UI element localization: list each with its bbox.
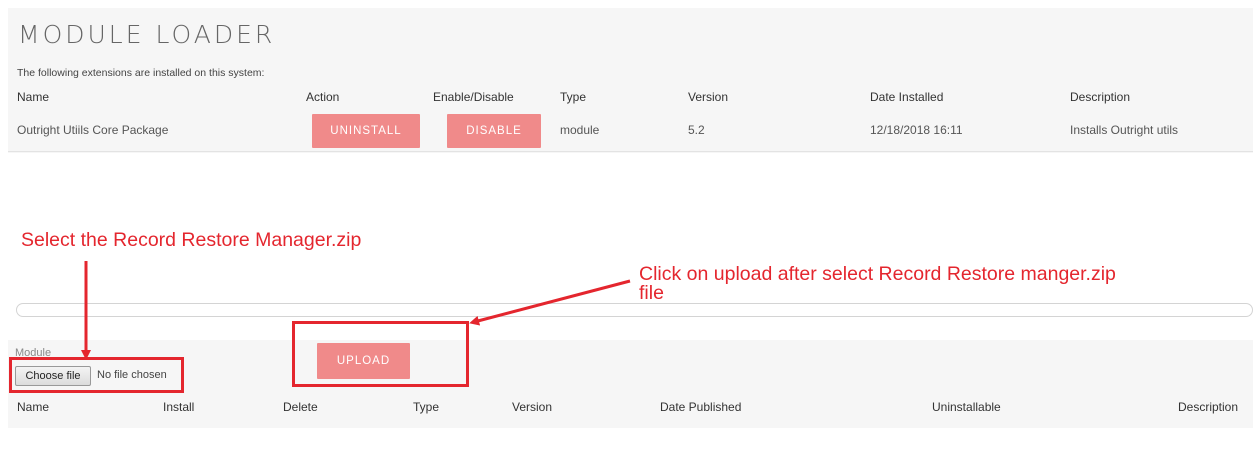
arrow-to-upload	[469, 279, 631, 326]
annotation-arrows	[81, 261, 631, 360]
